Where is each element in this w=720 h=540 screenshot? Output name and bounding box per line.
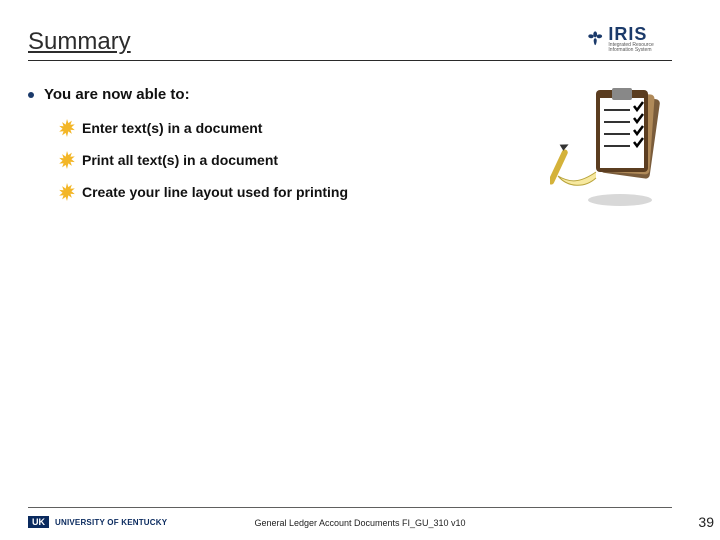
list-item-text: Create your line layout used for printin…	[82, 184, 348, 200]
list-item-text: Enter text(s) in a document	[82, 120, 262, 136]
slide: Summary IRIS Integrated Resource Informa…	[0, 0, 720, 540]
iris-logo: IRIS Integrated Resource Information Sys…	[586, 18, 672, 60]
bullet-dot-icon	[28, 92, 34, 98]
header: Summary	[28, 28, 672, 72]
footer-doc-title: General Ledger Account Documents FI_GU_3…	[0, 518, 720, 528]
iris-logo-text: IRIS Integrated Resource Information Sys…	[608, 25, 672, 53]
starburst-icon	[58, 151, 76, 169]
iris-subtitle: Integrated Resource Information System	[608, 43, 672, 53]
starburst-icon	[58, 183, 76, 201]
iris-brand: IRIS	[608, 25, 672, 43]
title-underline	[28, 60, 672, 61]
page-number: 39	[698, 514, 714, 530]
footer-divider	[28, 507, 672, 508]
starburst-icon	[58, 119, 76, 137]
lead-text: You are now able to:	[44, 86, 190, 103]
iris-flower-icon	[586, 26, 604, 52]
page-title: Summary	[28, 28, 672, 56]
list-item-text: Print all text(s) in a document	[82, 152, 278, 168]
clipboard-checklist-icon	[550, 88, 660, 208]
